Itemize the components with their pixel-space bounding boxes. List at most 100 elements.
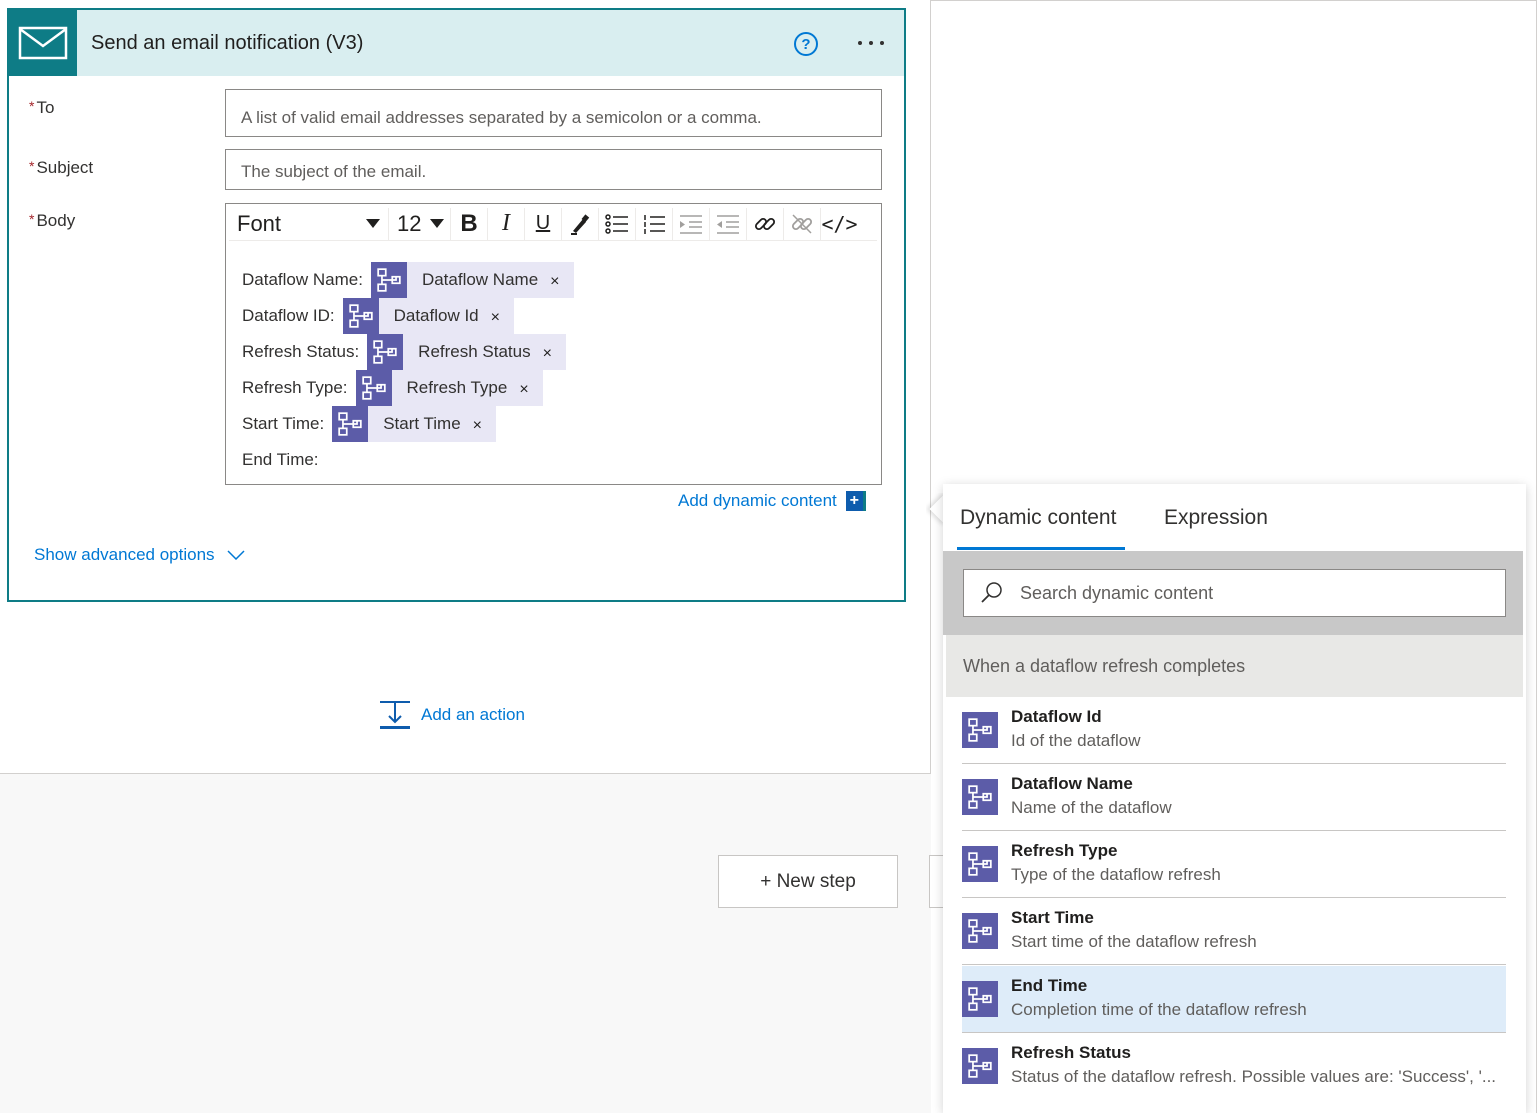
subject-input[interactable]: The subject of the email. [225, 149, 882, 190]
subject-label: * Subject [29, 158, 94, 177]
item-text: Start Time Start time of the dataflow ref… [1011, 908, 1506, 952]
mail-icon [9, 10, 77, 76]
dynamic-token[interactable]: Start Time × [332, 406, 496, 442]
item-description: Completion time of the dataflow refresh [1011, 1000, 1307, 1019]
item-text: End Time Completion time of the dataflow … [1011, 976, 1506, 1020]
dynamic-content-item[interactable]: Dataflow Name Name of the dataflow [962, 764, 1506, 831]
outdent-icon[interactable] [710, 207, 747, 240]
dataflow-icon [367, 334, 404, 370]
tab-dynamic-content[interactable]: Dynamic content [960, 506, 1116, 530]
help-icon[interactable]: ? [794, 32, 818, 56]
token-label: Refresh Type [406, 378, 508, 397]
item-name: Refresh Type [1011, 841, 1118, 860]
dataflow-icon [962, 1048, 998, 1084]
body-line-label: End Time: [242, 450, 319, 469]
add-action-link[interactable]: Add an action [380, 700, 525, 730]
active-tab-indicator [957, 547, 1125, 550]
dynamic-token[interactable]: Refresh Status × [367, 334, 566, 370]
dynamic-token[interactable]: Refresh Type × [355, 370, 543, 406]
dynamic-content-item[interactable]: Start Time Start time of the dataflow ref… [962, 898, 1506, 965]
card-title: Send an email notification (V3) [91, 31, 364, 54]
numbered-list-icon[interactable] [636, 207, 673, 240]
body-line[interactable]: Refresh Status: Refresh Status × [242, 334, 566, 370]
dynamic-token[interactable]: Dataflow Name × [370, 262, 574, 298]
remove-token-icon[interactable]: × [550, 269, 573, 291]
body-line[interactable]: Dataflow Name: Dataflow Name × [242, 262, 574, 298]
underline-button[interactable]: U [525, 207, 562, 240]
dynamic-content-item[interactable]: Refresh Type Type of the dataflow refresh [962, 831, 1506, 898]
item-description: Status of the dataflow refresh. Possible… [1011, 1067, 1497, 1086]
search-icon [981, 582, 1002, 603]
item-description: Id of the dataflow [1011, 731, 1141, 750]
dynamic-content-panel: Dynamic content Expression Search dynami… [943, 484, 1526, 1113]
to-input[interactable]: A list of valid email addresses separate… [225, 89, 882, 137]
add-dynamic-content-link[interactable]: Add dynamic content + [678, 491, 866, 511]
dynamic-content-item[interactable]: Dataflow Id Id of the dataflow [962, 697, 1506, 764]
token-label: Dataflow Id [393, 306, 479, 325]
body-line-label: Refresh Status: [242, 342, 360, 361]
body-line-label: Refresh Type: [242, 378, 348, 397]
chevron-down-icon [430, 219, 444, 228]
bold-button[interactable]: B [451, 207, 488, 240]
email-action-card: Send an email notification (V3) ? * To A … [7, 8, 906, 602]
item-name: Dataflow Id [1011, 707, 1102, 726]
item-description: Name of the dataflow [1011, 798, 1172, 817]
item-description: Start time of the dataflow refresh [1011, 932, 1257, 951]
font-dropdown[interactable]: Font [229, 207, 389, 240]
body-line-label: Dataflow Name: [242, 270, 363, 289]
remove-token-icon[interactable]: × [473, 413, 496, 435]
body-editor[interactable]: Font 12 B I U </> Dataflow Name: Dataflo… [225, 203, 882, 485]
panel-tabs: Dynamic content Expression [943, 484, 1526, 551]
dataflow-icon [355, 370, 392, 406]
dynamic-content-item[interactable]: End Time Completion time of the dataflow … [962, 966, 1506, 1033]
editor-toolbar: Font 12 B I U </> [229, 207, 877, 241]
dynamic-token[interactable]: Dataflow Id × [342, 298, 514, 334]
remove-token-icon[interactable]: × [543, 341, 566, 363]
dataflow-icon [370, 262, 407, 298]
item-name: Start Time [1011, 908, 1094, 927]
dataflow-icon [342, 298, 379, 334]
card-header[interactable]: Send an email notification (V3) ? [9, 10, 904, 76]
italic-button[interactable]: I [488, 207, 525, 240]
body-line-label: Start Time: [242, 414, 325, 433]
token-label: Start Time [383, 414, 461, 433]
chevron-down-icon [366, 219, 380, 228]
dataflow-icon [962, 981, 998, 1017]
to-label: * To [29, 98, 55, 117]
item-name: Refresh Status [1011, 1043, 1131, 1062]
dynamic-content-item[interactable]: Refresh Status Status of the dataflow ref… [962, 1033, 1506, 1100]
dataflow-icon [962, 779, 998, 815]
show-advanced-options-link[interactable]: Show advanced options [34, 545, 245, 565]
new-step-button[interactable]: + New step [718, 855, 898, 908]
trigger-group-header[interactable]: When a dataflow refresh completes [946, 635, 1523, 697]
dataflow-icon [332, 406, 369, 442]
body-line[interactable]: Start Time: Start Time × [242, 406, 496, 442]
search-area: Search dynamic content [943, 551, 1523, 635]
highlight-pen-icon[interactable] [562, 207, 599, 240]
link-icon[interactable] [747, 207, 784, 240]
body-line[interactable]: Dataflow ID: Dataflow Id × [242, 298, 514, 334]
more-options-icon[interactable] [854, 28, 888, 58]
token-label: Refresh Status [418, 342, 531, 361]
bullet-list-icon[interactable] [599, 207, 636, 240]
token-label: Dataflow Name [421, 270, 539, 289]
tab-expression[interactable]: Expression [1164, 506, 1268, 530]
unlink-icon[interactable] [784, 207, 821, 240]
dataflow-icon [962, 846, 998, 882]
font-size-dropdown[interactable]: 12 [389, 207, 451, 240]
remove-token-icon[interactable]: × [519, 377, 542, 399]
item-text: Refresh Status Status of the dataflow ref… [1011, 1043, 1506, 1087]
item-description: Type of the dataflow refresh [1011, 865, 1221, 884]
body-line-label: Dataflow ID: [242, 306, 335, 325]
code-view-button[interactable]: </> [821, 208, 858, 240]
indent-icon[interactable] [673, 207, 710, 240]
remove-token-icon[interactable]: × [491, 305, 514, 327]
add-icon[interactable]: + [845, 491, 866, 511]
body-line[interactable]: Refresh Type: Refresh Type × [242, 370, 543, 406]
search-input[interactable]: Search dynamic content [963, 569, 1506, 617]
body-label: * Body [29, 211, 76, 230]
save-button-edge[interactable] [929, 855, 943, 908]
designer-canvas-bottom [0, 774, 931, 1113]
body-line[interactable]: End Time: [242, 442, 319, 478]
item-text: Dataflow Name Name of the dataflow [1011, 774, 1506, 818]
